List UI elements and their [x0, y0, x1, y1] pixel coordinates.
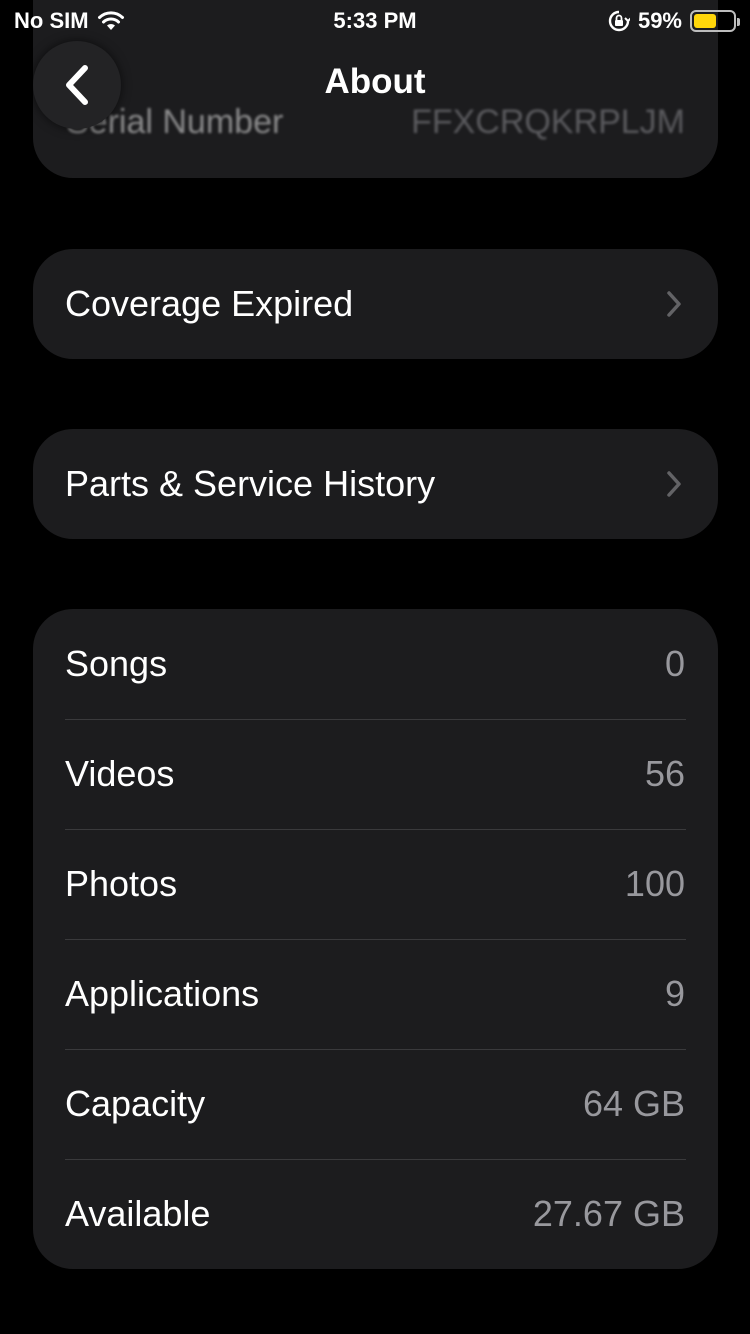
serial-number-row: Serial Number FFXCRQKRPLJM [66, 103, 685, 142]
coverage-row[interactable]: Coverage Expired [33, 249, 718, 359]
stat-value: 0 [664, 643, 685, 684]
service-history-label: Parts & Service History [65, 463, 436, 504]
stat-row-capacity: Capacity 64 GB [33, 1049, 718, 1159]
stat-value: 27.67 GB [532, 1193, 685, 1234]
stat-value: 64 GB [582, 1083, 685, 1124]
battery-icon [690, 10, 740, 32]
stat-label: Videos [65, 753, 175, 794]
service-history-card[interactable]: Parts & Service History [33, 429, 718, 539]
stat-row-videos: Videos 56 [33, 719, 718, 829]
stats-card: Songs 0 Videos 56 Photos 100 Application… [33, 609, 718, 1269]
back-button[interactable] [33, 41, 121, 129]
chevron-right-icon [667, 471, 681, 497]
coverage-card[interactable]: Coverage Expired [33, 249, 718, 359]
stat-label: Songs [65, 643, 168, 684]
stat-row-applications: Applications 9 [33, 939, 718, 1049]
stat-row-photos: Photos 100 [33, 829, 718, 939]
serial-number-value: FFXCRQKRPLJM [411, 103, 685, 141]
stat-label: Capacity [65, 1083, 206, 1124]
coverage-label: Coverage Expired [65, 283, 354, 324]
stat-label: Applications [65, 973, 260, 1014]
chevron-left-icon [66, 65, 88, 105]
chevron-right-icon [667, 291, 681, 317]
service-history-row[interactable]: Parts & Service History [33, 429, 718, 539]
status-right: 59% [608, 8, 740, 34]
stat-value: 56 [644, 753, 685, 794]
stat-row-songs: Songs 0 [33, 609, 718, 719]
orientation-lock-icon [608, 10, 630, 32]
battery-percent: 59% [637, 8, 682, 33]
stat-row-available: Available 27.67 GB [33, 1159, 718, 1269]
stat-label: Available [65, 1193, 211, 1234]
status-bar: No SIM 5:33 PM 59% [0, 0, 750, 40]
stat-value: 9 [664, 973, 685, 1014]
battery-level [694, 14, 716, 28]
stat-value: 100 [624, 863, 685, 904]
stat-label: Photos [65, 863, 178, 904]
